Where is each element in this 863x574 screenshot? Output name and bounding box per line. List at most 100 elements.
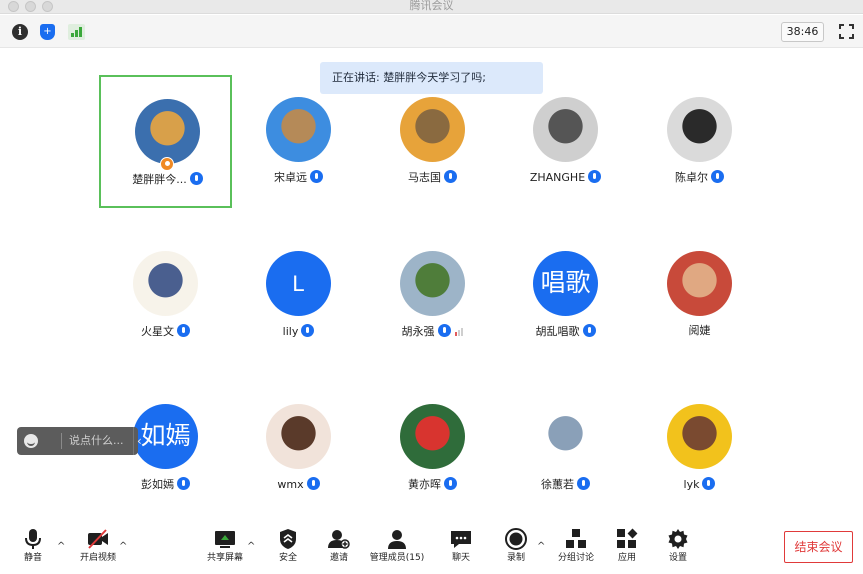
- quick-chat-bar[interactable]: 说点什么... ‹: [17, 427, 142, 455]
- participant-tile[interactable]: 唱歌 胡乱唱歌: [499, 229, 632, 362]
- mic-status-icon: [711, 170, 724, 183]
- participant-name-row: 马志国: [366, 170, 499, 185]
- start-video-label: 开启视频: [79, 553, 116, 563]
- participant-tile[interactable]: 胡永强: [366, 229, 499, 362]
- participant-name-row: 火星文: [99, 324, 232, 339]
- members-icon: [386, 528, 408, 550]
- end-meeting-button[interactable]: 结束会议: [784, 531, 853, 563]
- record-icon: [505, 528, 527, 550]
- record-options-chevron-icon[interactable]: ^: [537, 542, 546, 552]
- breakout-rooms-label: 分组讨论: [557, 553, 594, 563]
- invite-label: 邀请: [329, 553, 348, 563]
- participant-name-row: lyk: [633, 477, 766, 492]
- participant-name-row: ZHANGHE: [499, 170, 632, 185]
- mute-button[interactable]: 静音: [20, 528, 46, 564]
- participant-name: 彭如嫣: [141, 478, 174, 491]
- avatar-photo: [533, 97, 598, 162]
- participant-name: 马志国: [408, 171, 441, 184]
- participant-name-row: 胡永强: [366, 324, 499, 340]
- avatar-initials: 唱歌: [533, 251, 598, 316]
- invite-button[interactable]: 邀请: [327, 528, 351, 564]
- participant-name-row: 彭如嫣: [99, 477, 232, 492]
- participant-name: 徐蕙若: [541, 478, 574, 491]
- participant-tile[interactable]: 楚胖胖今...: [99, 75, 232, 208]
- participant-tile[interactable]: 马志国: [366, 75, 499, 208]
- meeting-toolbar: 静音 ^ 开启视频 ^ 共享屏幕 ^ 安全 邀请 管理成员(15) 聊天 录制 …: [0, 522, 863, 574]
- breakout-grid-icon: [565, 528, 587, 550]
- divider: [61, 433, 62, 449]
- participant-name-row: lily: [232, 324, 365, 339]
- breakout-rooms-button[interactable]: 分组讨论: [556, 528, 596, 564]
- participant-tile[interactable]: ZHANGHE: [499, 75, 632, 208]
- participant-name-row: 黄亦晖: [366, 477, 499, 492]
- apps-label: 应用: [617, 553, 636, 563]
- emoji-icon[interactable]: [24, 434, 38, 448]
- settings-label: 设置: [668, 553, 687, 563]
- video-off-icon: [87, 528, 109, 550]
- mic-status-icon: [177, 477, 190, 490]
- chat-input-placeholder[interactable]: 说点什么...: [69, 427, 124, 455]
- participant-name: lyk: [683, 478, 700, 491]
- network-signal-icon[interactable]: [68, 24, 85, 40]
- participant-name: 胡乱唱歌: [535, 325, 580, 338]
- participant-tile[interactable]: 徐蕙若: [499, 382, 632, 515]
- fullscreen-icon[interactable]: [839, 24, 854, 39]
- window-title: 腾讯会议: [409, 0, 454, 12]
- meeting-window: 腾讯会议 i + 38:46 正在讲话: 楚胖胖今天学习了吗; 楚胖胖今... 宋…: [0, 0, 863, 574]
- share-options-chevron-icon[interactable]: ^: [247, 542, 256, 552]
- participant-name: 陈卓尔: [675, 171, 708, 184]
- mic-status-icon: [582, 324, 596, 337]
- participant-name: lily: [282, 325, 299, 338]
- avatar-photo: [533, 404, 598, 469]
- participant-name: 阅婕: [688, 324, 711, 337]
- settings-button[interactable]: 设置: [666, 528, 690, 564]
- participant-name: wmx: [277, 478, 304, 491]
- microphone-icon: [22, 528, 44, 550]
- apps-icon: [616, 528, 638, 550]
- security-button[interactable]: 安全: [276, 528, 300, 564]
- mic-status-icon: [444, 477, 457, 490]
- avatar-photo: [400, 404, 465, 469]
- avatar-photo: [667, 404, 732, 469]
- mic-status-icon: [177, 324, 190, 337]
- participant-tile[interactable]: 火星文: [99, 229, 232, 362]
- apps-button[interactable]: 应用: [615, 528, 639, 564]
- participant-name-row: 阅婕: [633, 324, 766, 338]
- weak-signal-icon: [454, 326, 464, 340]
- chat-button[interactable]: 聊天: [449, 528, 473, 564]
- host-badge-icon: [160, 157, 174, 171]
- collapse-chevron-icon[interactable]: ‹: [137, 427, 142, 455]
- avatar-photo: [667, 251, 732, 316]
- mic-status-icon: [577, 477, 590, 490]
- record-button[interactable]: 录制: [504, 528, 528, 564]
- start-video-button[interactable]: 开启视频: [78, 528, 118, 564]
- manage-members-label: 管理成员(15): [369, 553, 425, 563]
- info-icon[interactable]: i: [12, 24, 28, 40]
- security-label: 安全: [278, 553, 297, 563]
- participant-tile[interactable]: 宋卓远: [232, 75, 365, 208]
- share-screen-button[interactable]: 共享屏幕: [205, 528, 245, 564]
- avatar-photo: [266, 404, 331, 469]
- chat-icon: [450, 528, 472, 550]
- add-user-icon: [328, 528, 350, 550]
- participant-tile[interactable]: 阅婕: [633, 229, 766, 362]
- video-options-chevron-icon[interactable]: ^: [119, 542, 128, 552]
- avatar-photo: [133, 251, 198, 316]
- participant-tile[interactable]: wmx: [232, 382, 365, 515]
- chat-label: 聊天: [451, 553, 470, 563]
- participant-tile[interactable]: 黄亦晖: [366, 382, 499, 515]
- participant-tile[interactable]: lyk: [633, 382, 766, 515]
- mute-label: 静音: [23, 553, 42, 563]
- participant-name: 黄亦晖: [408, 478, 441, 491]
- manage-members-button[interactable]: 管理成员(15): [369, 528, 425, 564]
- participant-name-row: 胡乱唱歌: [499, 324, 632, 339]
- meeting-timer: 38:46: [781, 22, 824, 42]
- participant-tile[interactable]: 陈卓尔: [633, 75, 766, 208]
- share-screen-label: 共享屏幕: [206, 553, 243, 563]
- security-shield-icon[interactable]: +: [40, 24, 55, 40]
- mic-status-icon: [189, 172, 203, 185]
- share-screen-icon: [214, 528, 236, 550]
- participant-tile[interactable]: Llily: [232, 229, 365, 362]
- participant-name-row: 宋卓远: [232, 170, 365, 185]
- audio-options-chevron-icon[interactable]: ^: [57, 542, 66, 552]
